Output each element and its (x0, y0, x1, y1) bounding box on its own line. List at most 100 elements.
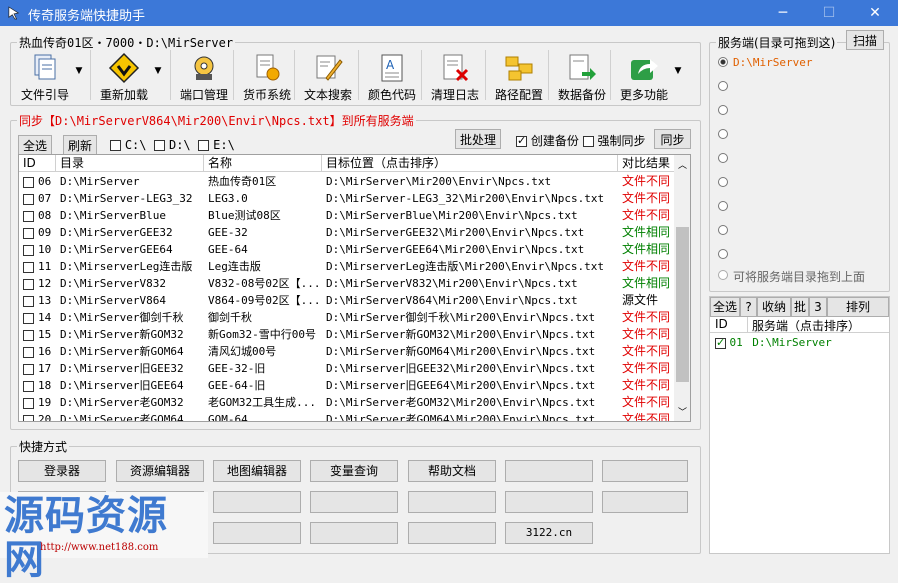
shortcut-button-empty[interactable] (602, 460, 688, 482)
server-panel-tab[interactable]: 批 (791, 297, 809, 317)
sync-button[interactable]: 同步 (654, 129, 691, 149)
drive-d-checkbox[interactable] (154, 140, 166, 151)
row-checkbox[interactable] (23, 227, 34, 239)
select-all-button[interactable]: 全选 (18, 135, 52, 155)
table-row[interactable]: 17 D:\Mirserver旧GEE32 GEE-32-旧 D:\Mirserver… (19, 360, 675, 377)
shortcut-button[interactable]: 登录器 (18, 460, 106, 482)
table-scrollbar[interactable]: ︿ ﹀ (674, 155, 690, 421)
scan-button[interactable]: 扫描 (846, 30, 884, 50)
server-panel-tab[interactable]: ? (740, 297, 757, 317)
drive-e-checkbox[interactable] (198, 140, 210, 151)
shortcut-button-empty[interactable] (408, 522, 496, 544)
drive-c-checkbox[interactable] (110, 140, 121, 151)
col-header-target[interactable]: 目标位置（点击排序） (322, 155, 618, 172)
row-checkbox[interactable] (23, 312, 34, 324)
toolbar-button-coin-doc[interactable]: 货币系统 (236, 50, 298, 102)
table-row[interactable]: 12 D:\MirServerV832 V832-08号02区【... D:\MirS… (19, 275, 675, 292)
server-radio-empty[interactable] (718, 153, 728, 163)
row-checkbox[interactable] (23, 346, 34, 358)
table-row[interactable]: 18 D:\Mirserver旧GEE64 GEE-64-旧 D:\Mirserver… (19, 377, 675, 394)
chevron-down-icon[interactable]: ▼ (672, 66, 684, 80)
shortcut-button-empty[interactable] (213, 491, 301, 513)
table-row[interactable]: 10 D:\MirServerGEE64 GEE-64 D:\MirServerGEE… (19, 241, 675, 258)
row-checkbox[interactable] (23, 329, 34, 341)
server-radio-empty[interactable] (718, 249, 728, 259)
row-checkbox[interactable] (23, 261, 34, 273)
scroll-thumb[interactable] (676, 227, 689, 382)
server-radio-empty[interactable] (718, 201, 728, 211)
close-button[interactable]: ✕ (852, 0, 898, 26)
table-row[interactable]: 15 D:\MirServer新GOM32 新Gom32-雪中行00号 D:\MirS… (19, 326, 675, 343)
toolbar-button-pencil-doc[interactable]: 文本搜索 (297, 50, 359, 102)
server-panel-tab[interactable]: 全选 (710, 297, 740, 317)
row-checkbox[interactable] (23, 176, 34, 188)
toolbar-button-share[interactable]: 更多功能 (613, 50, 675, 102)
server-radio-empty[interactable] (718, 81, 728, 91)
server-radio-empty[interactable] (718, 225, 728, 235)
col-header-dir[interactable]: 目录 (56, 155, 204, 172)
row-checkbox[interactable] (23, 210, 34, 222)
server-row-checkbox[interactable] (715, 336, 726, 349)
toolbar-button-file-stack[interactable]: 文件引导 (14, 50, 76, 102)
toolbar-button-folders[interactable]: 路径配置 (488, 50, 550, 102)
row-checkbox[interactable] (23, 278, 34, 290)
shortcut-button[interactable]: 3122.cn (505, 522, 593, 544)
shortcut-button-empty[interactable] (505, 460, 593, 482)
toolbar-button-gear-port[interactable]: 端口管理 (173, 50, 235, 102)
server-row[interactable]: 01 D:\MirServer (715, 336, 832, 349)
server-radio-1[interactable] (718, 57, 728, 67)
shortcut-button[interactable]: 资源编辑器 (116, 460, 204, 482)
table-row[interactable]: 06 D:\MirServer 热血传奇01区 D:\MirServer\Mir200… (19, 173, 675, 190)
shortcut-button-empty[interactable] (310, 491, 398, 513)
server-radio-empty[interactable] (718, 105, 728, 115)
table-row[interactable]: 14 D:\MirServer御剑千秋 御剑千秋 D:\MirServer御剑千秋\M… (19, 309, 675, 326)
shortcut-button-empty[interactable] (505, 491, 593, 513)
shortcut-button[interactable]: 变量查询 (310, 460, 398, 482)
table-row[interactable]: 20 D:\MirServer老GOM64 GOM-64 D:\MirServer老G… (19, 411, 675, 421)
col-header-result[interactable]: 对比结果 (618, 155, 675, 172)
toolbar-button-backup-doc[interactable]: 数据备份 (551, 50, 613, 102)
shortcut-button-empty[interactable] (310, 522, 398, 544)
col-header-name[interactable]: 名称 (204, 155, 322, 172)
shortcut-button[interactable]: 地图编辑器 (213, 460, 301, 482)
shortcut-button-empty[interactable] (213, 522, 301, 544)
scroll-down-icon[interactable]: ﹀ (678, 405, 687, 418)
table-row[interactable]: 07 D:\MirServer-LEG3_32 LEG3.0 D:\MirServer… (19, 190, 675, 207)
row-checkbox[interactable] (23, 397, 34, 409)
toolbar-button-delete-doc[interactable]: 清理日志 (424, 50, 486, 102)
table-row[interactable]: 09 D:\MirServerGEE32 GEE-32 D:\MirServerGEE… (19, 224, 675, 241)
batch-button[interactable]: 批处理 (455, 129, 501, 149)
maximize-button[interactable]: ☐ (806, 0, 852, 26)
server-panel-tab[interactable]: 排列 (827, 297, 889, 317)
row-checkbox[interactable] (23, 363, 34, 375)
row-checkbox[interactable] (23, 414, 34, 421)
col-header-id[interactable]: ID (19, 155, 56, 172)
row-checkbox[interactable] (23, 380, 34, 392)
col-server-header[interactable]: 服务端（点击排序） (748, 317, 889, 333)
table-row[interactable]: 11 D:\MirserverLeg连击版 Leg连击版 D:\MirserverLe… (19, 258, 675, 275)
server-panel-tab[interactable]: 3 (809, 297, 827, 317)
server-panel-tab[interactable]: 收纳 (757, 297, 791, 317)
table-row[interactable]: 16 D:\MirServer新GOM64 清风幻城00号 D:\MirServer新… (19, 343, 675, 360)
row-checkbox[interactable] (23, 295, 34, 307)
row-checkbox[interactable] (23, 193, 34, 205)
toolbar-button-warning-reload[interactable]: 重新加载 (93, 50, 155, 102)
scroll-up-icon[interactable]: ︿ (678, 158, 687, 171)
refresh-button[interactable]: 刷新 (63, 135, 97, 155)
table-row[interactable]: 19 D:\MirServer老GOM32 老GOM32工具生成... D:\MirS… (19, 394, 675, 411)
shortcut-button-empty[interactable] (408, 491, 496, 513)
server-radio-empty[interactable] (718, 177, 728, 187)
row-checkbox[interactable] (23, 244, 34, 256)
server-radio-empty[interactable] (718, 129, 728, 139)
chevron-down-icon[interactable]: ▼ (73, 66, 85, 80)
toolbar-button-text-doc[interactable]: A 颜色代码 (361, 50, 423, 102)
chevron-down-icon[interactable]: ▼ (152, 66, 164, 80)
create-backup-checkbox[interactable] (516, 134, 527, 147)
col-id-header[interactable]: ID (710, 317, 748, 333)
table-row[interactable]: 08 D:\MirServerBlue Blue测试08区 D:\MirServerB… (19, 207, 675, 224)
shortcut-button[interactable]: 帮助文档 (408, 460, 496, 482)
shortcut-button-empty[interactable] (602, 491, 688, 513)
minimize-button[interactable]: ─ (760, 0, 806, 26)
force-sync-checkbox[interactable] (582, 136, 594, 147)
table-row[interactable]: 13 D:\MirServerV864 V864-09号02区【... D:\MirS… (19, 292, 675, 309)
